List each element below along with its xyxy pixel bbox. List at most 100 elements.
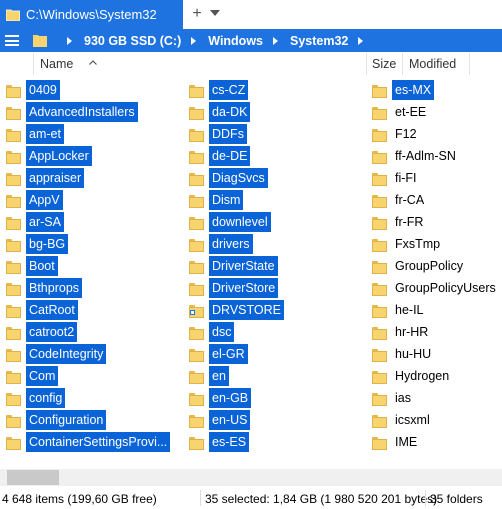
tab-list-dropdown-icon[interactable] [210, 10, 220, 16]
chevron-right-icon[interactable] [358, 36, 364, 45]
list-item[interactable]: config [6, 387, 170, 409]
list-item[interactable]: CodeIntegrity [6, 343, 170, 365]
folder-icon [372, 436, 387, 450]
status-item-count: 4 648 items (199,60 GB free) [2, 492, 157, 506]
header-modified[interactable]: Modified [409, 57, 456, 71]
list-item-label: CodeIntegrity [26, 344, 107, 364]
list-item[interactable]: Bthprops [6, 277, 170, 299]
breadcrumb-drive[interactable]: 930 GB SSD (C:) [84, 34, 181, 48]
list-item[interactable]: ContainerSettingsProvi... [6, 431, 171, 453]
list-item[interactable]: GroupPolicy [372, 255, 499, 277]
header-name[interactable]: Name [40, 57, 73, 71]
list-item[interactable]: DRVSTORE [189, 299, 285, 321]
list-item-label: ias [395, 391, 411, 405]
list-item[interactable]: fi-FI [372, 167, 499, 189]
list-item[interactable]: catroot2 [6, 321, 170, 343]
header-divider[interactable] [402, 53, 403, 75]
list-item[interactable]: AppV [6, 189, 170, 211]
list-item[interactable]: en [189, 365, 284, 387]
list-item-label: cs-CZ [209, 80, 249, 100]
list-item[interactable]: AppLocker [6, 145, 170, 167]
list-item[interactable]: hu-HU [372, 343, 499, 365]
chevron-right-icon[interactable] [67, 36, 72, 45]
list-item[interactable]: es-MX [372, 79, 499, 101]
list-item[interactable]: icsxml [372, 409, 499, 431]
sort-ascending-icon [89, 60, 97, 65]
list-item-label: ff-Adlm-SN [395, 149, 456, 163]
folder-icon [6, 238, 21, 252]
header-divider[interactable] [366, 53, 367, 75]
list-item[interactable]: ias [372, 387, 499, 409]
list-item[interactable]: Configuration [6, 409, 170, 431]
status-divider [425, 490, 426, 506]
scrollbar-thumb[interactable] [7, 470, 59, 485]
breadcrumb-system32[interactable]: System32 [290, 34, 348, 48]
folder-icon [6, 84, 21, 98]
folder-icon [5, 9, 21, 21]
list-item[interactable]: ff-Adlm-SN [372, 145, 499, 167]
header-divider[interactable] [33, 53, 34, 75]
list-item[interactable]: fr-FR [372, 211, 499, 233]
list-item-label: de-DE [209, 146, 251, 166]
list-item[interactable]: en-GB [189, 387, 284, 409]
list-item[interactable]: ar-SA [6, 211, 170, 233]
header-divider[interactable] [469, 53, 470, 75]
list-item-label: 0409 [26, 80, 60, 100]
folder-icon [189, 194, 204, 208]
folder-icon [6, 348, 21, 362]
list-item[interactable]: en-US [189, 409, 284, 431]
list-item[interactable]: Com [6, 365, 170, 387]
list-item[interactable]: hr-HR [372, 321, 499, 343]
list-item[interactable]: AdvancedInstallers [6, 101, 170, 123]
list-item[interactable]: he-IL [372, 299, 499, 321]
list-item-label: hu-HU [395, 347, 432, 361]
header-size[interactable]: Size [372, 57, 396, 71]
folder-icon [372, 348, 387, 362]
folder-icon [372, 194, 387, 208]
list-item[interactable]: bg-BG [6, 233, 170, 255]
folder-icon [372, 304, 387, 318]
list-item[interactable]: GroupPolicyUsers [372, 277, 499, 299]
list-item[interactable]: am-et [6, 123, 170, 145]
list-item[interactable]: et-EE [372, 101, 499, 123]
chevron-right-icon[interactable] [273, 36, 278, 45]
list-item[interactable]: fr-CA [372, 189, 499, 211]
list-item[interactable]: de-DE [189, 145, 284, 167]
tab-system32[interactable]: C:\Windows\System32 [0, 0, 183, 29]
list-item[interactable]: Boot [6, 255, 170, 277]
list-item-label: AppV [26, 190, 63, 210]
new-tab-button[interactable]: + [190, 5, 204, 23]
folder-icon [189, 150, 204, 164]
list-item-label: ar-SA [26, 212, 64, 232]
list-item[interactable]: el-GR [189, 343, 284, 365]
list-item[interactable]: DriverState [189, 255, 284, 277]
menu-icon[interactable] [5, 35, 19, 46]
list-item[interactable]: FxsTmp [372, 233, 499, 255]
list-item[interactable]: drivers [189, 233, 284, 255]
list-item[interactable]: da-DK [189, 101, 284, 123]
list-item[interactable]: F12 [372, 123, 499, 145]
chevron-right-icon[interactable] [191, 36, 197, 45]
list-item[interactable]: es-ES [189, 431, 284, 453]
list-item[interactable]: cs-CZ [189, 79, 284, 101]
list-item-label: GroupPolicyUsers [395, 281, 496, 295]
list-item[interactable]: DiagSvcs [189, 167, 284, 189]
column-headers: Name Size Modified [0, 53, 502, 75]
list-item[interactable]: dsc [189, 321, 284, 343]
folder-icon [189, 260, 204, 274]
list-item[interactable]: CatRoot [6, 299, 170, 321]
list-item[interactable]: DriverStore [189, 277, 284, 299]
list-item[interactable]: Hydrogen [372, 365, 499, 387]
list-item[interactable]: DDFs [189, 123, 284, 145]
horizontal-scrollbar[interactable] [0, 469, 502, 486]
list-item-label: catroot2 [26, 322, 78, 342]
folder-icon [33, 34, 47, 47]
list-item[interactable]: downlevel [189, 211, 284, 233]
address-bar[interactable]: 930 GB SSD (C:) Windows System32 [0, 29, 502, 52]
list-item[interactable]: 0409 [6, 79, 170, 101]
list-item[interactable]: Dism [189, 189, 284, 211]
folder-icon [189, 414, 204, 428]
list-item[interactable]: appraiser [6, 167, 170, 189]
list-item[interactable]: IME [372, 431, 499, 453]
breadcrumb-windows[interactable]: Windows [208, 34, 263, 48]
